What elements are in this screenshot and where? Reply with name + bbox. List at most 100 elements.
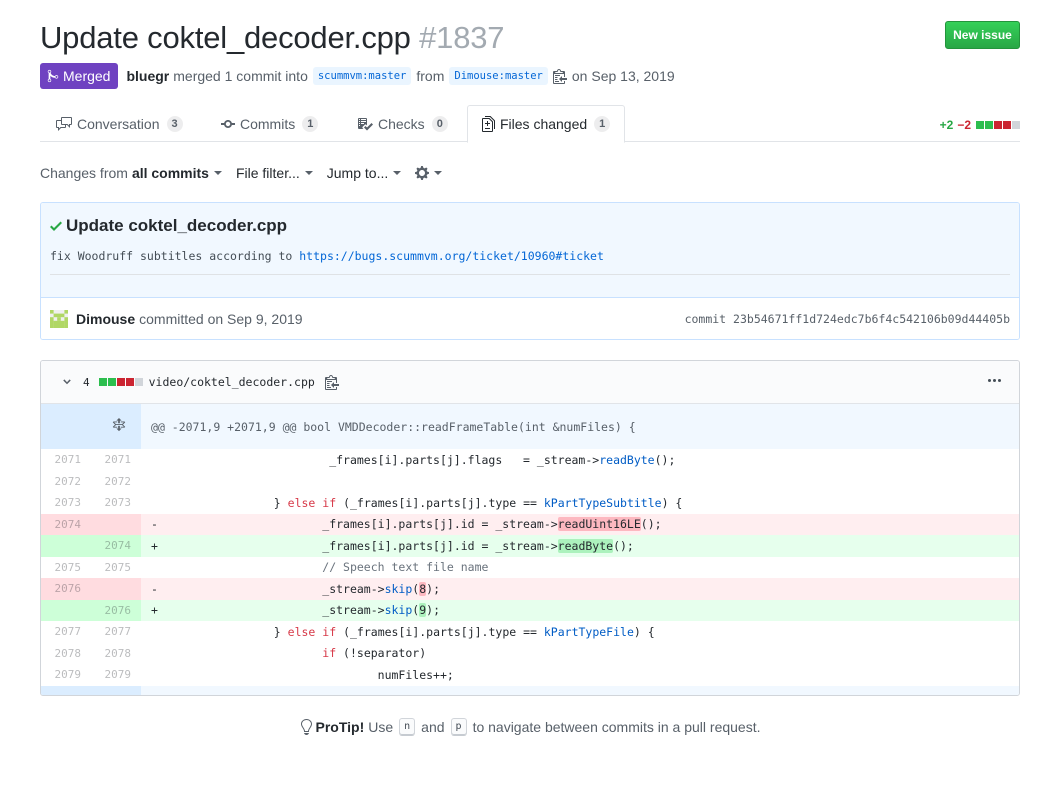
caret-down-icon: [434, 171, 443, 175]
page-title: Update coktel_decoder.cpp #1837: [40, 18, 1020, 58]
old-line-number[interactable]: 2078: [41, 643, 91, 665]
file-path-link[interactable]: video/coktel_decoder.cpp: [149, 375, 315, 389]
new-line-number[interactable]: 2075: [91, 557, 141, 579]
old-line-number[interactable]: 2077: [41, 621, 91, 643]
new-line-number[interactable]: 2073: [91, 492, 141, 514]
new-line-number[interactable]: 2076: [91, 599, 142, 621]
merge-action-text: merged 1 commit into: [173, 68, 308, 84]
avatar[interactable]: [50, 310, 68, 328]
diffstat-additions: +2: [939, 118, 954, 132]
merger-author-link[interactable]: bluegr: [126, 68, 169, 84]
base-branch[interactable]: scummvm:master: [312, 67, 412, 85]
diff-line-deletion: 2074 - _frames[i].parts[j].id = _stream-…: [41, 513, 1019, 535]
old-line-number[interactable]: 2073: [41, 492, 91, 514]
clippy-icon[interactable]: [552, 68, 567, 84]
diff-table: @@ -2071,9 +2071,9 @@ bool VMDDecoder::r…: [41, 404, 1019, 695]
file-filter-dropdown[interactable]: File filter...: [236, 165, 313, 181]
commit-summary-header: Update coktel_decoder.cpp fix Woodruff s…: [41, 203, 1019, 298]
tab-conversation-count: 3: [166, 115, 183, 132]
expand-down-button[interactable]: [41, 685, 142, 695]
tab-conversation[interactable]: Conversation 3: [56, 105, 183, 142]
commit-sha[interactable]: commit 23b54671ff1d724edc7b6f4c542106b09…: [685, 312, 1010, 326]
expand-up-button[interactable]: [41, 404, 142, 449]
new-line-number[interactable]: 2077: [91, 621, 141, 643]
changes-from-dropdown[interactable]: Changes from all commits: [40, 165, 222, 181]
new-line-number[interactable]: [91, 513, 142, 535]
tab-files-changed-count: 1: [594, 116, 611, 132]
commit-description: fix Woodruff subtitles according to http…: [50, 249, 1010, 263]
new-line-number[interactable]: [91, 578, 142, 600]
diff-line-context: 2075 2075 // Speech text file name: [41, 557, 1019, 579]
caret-down-icon: [393, 171, 402, 175]
pr-header: Update coktel_decoder.cpp #1837 New issu…: [40, 18, 1020, 62]
diff-line-context: 2077 2077 } else if (_frames[i].parts[j]…: [41, 621, 1019, 643]
diff-settings-dropdown[interactable]: [415, 165, 443, 181]
old-line-number[interactable]: 2079: [41, 664, 91, 686]
commit-sha-label: commit: [684, 312, 727, 326]
old-line-number[interactable]: 2074: [41, 513, 91, 535]
commit-description-link[interactable]: https://bugs.scummvm.org/ticket/10960#ti…: [299, 249, 604, 263]
diffstat-block-add: [985, 121, 993, 129]
pr-title-text: Update coktel_decoder.cpp: [40, 20, 411, 55]
file-diff: 4 video/coktel_decoder.cpp @@ -2071,9 +2…: [40, 360, 1020, 696]
new-line-number[interactable]: 2074: [91, 535, 142, 557]
old-line-number[interactable]: [41, 599, 91, 621]
check-icon: [50, 218, 62, 234]
changes-from-value: all commits: [131, 165, 209, 181]
tab-files-changed-label: Files changed: [500, 116, 588, 132]
commit-date: committed on Sep 9, 2019: [139, 311, 303, 327]
old-line-number[interactable]: 2072: [41, 471, 91, 493]
checklist-icon: [357, 116, 373, 132]
tab-commits-label: Commits: [240, 115, 296, 132]
tab-files-changed[interactable]: Files changed 1: [467, 105, 626, 143]
diff-line-addition: 2074 + _frames[i].parts[j].id = _stream-…: [41, 535, 1019, 557]
jump-to-dropdown[interactable]: Jump to...: [327, 165, 402, 181]
old-line-number[interactable]: [41, 535, 91, 557]
file-filter-label: File filter...: [235, 165, 300, 181]
code-line: numFiles++;: [377, 667, 454, 682]
file-diff-icon: [482, 116, 495, 132]
chevron-down-icon[interactable]: [61, 376, 73, 388]
new-issue-button[interactable]: New issue: [945, 21, 1020, 49]
tab-commits-count: 1: [302, 115, 319, 132]
protip: ProTip! Use n and p to navigate between …: [0, 718, 1061, 736]
diffstat-deletions: −2: [957, 118, 971, 132]
head-branch[interactable]: Dimouse:master: [449, 67, 548, 85]
code-line: - _frames[i].parts[j].id = _stream->read…: [141, 513, 1019, 535]
new-line-number[interactable]: 2072: [91, 471, 141, 493]
code-line: + _frames[i].parts[j].id = _stream->read…: [141, 535, 1019, 557]
commit-author-link[interactable]: Dimouse: [76, 311, 135, 327]
diff-toolbar: Changes from all commits File filter... …: [40, 163, 456, 183]
new-line-number[interactable]: 2078: [91, 643, 141, 665]
diffstat-block-del: [125, 378, 134, 386]
caret-down-icon: [304, 171, 313, 175]
diff-line-context: 2071 2071 _frames[i].parts[j].flags = _s…: [41, 449, 1019, 471]
old-line-number[interactable]: 2076: [41, 578, 91, 600]
code-line: _frames[i].parts[j].flags = _stream->rea…: [329, 452, 676, 467]
code-line: } else if (_frames[i].parts[j].type == k…: [273, 624, 655, 639]
diffstat-block-neutral: [134, 378, 143, 386]
tab-commits[interactable]: Commits 1: [221, 105, 319, 142]
tab-checks[interactable]: Checks 0: [357, 105, 448, 142]
commit-summary: Update coktel_decoder.cpp fix Woodruff s…: [40, 202, 1020, 340]
kebab-horizontal-icon[interactable]: [988, 373, 1001, 389]
new-line-number[interactable]: 2071: [91, 449, 141, 471]
file-header: 4 video/coktel_decoder.cpp: [41, 361, 1019, 404]
new-line-number[interactable]: 2079: [91, 664, 141, 686]
code-line: + _stream->skip(9);: [141, 599, 1019, 621]
old-line-number[interactable]: 2071: [41, 449, 91, 471]
protip-text-1: Use: [368, 719, 394, 735]
commit-description-text: fix Woodruff subtitles according to: [50, 249, 300, 263]
code-line: [141, 471, 1019, 493]
code-line: // Speech text file name: [322, 560, 489, 575]
clippy-icon[interactable]: [324, 374, 339, 390]
diff-line-addition: 2076 + _stream->skip(9);: [41, 599, 1019, 621]
diffstat-block-del: [116, 378, 125, 386]
diffstat-block-add: [976, 121, 984, 129]
diffstat-block-del: [1003, 121, 1011, 129]
old-line-number[interactable]: 2075: [41, 557, 91, 579]
protip-label: ProTip!: [315, 719, 365, 735]
caret-down-icon: [213, 171, 222, 175]
git-merge-icon: [47, 69, 59, 83]
file-diffstat-blocks: [98, 378, 143, 386]
